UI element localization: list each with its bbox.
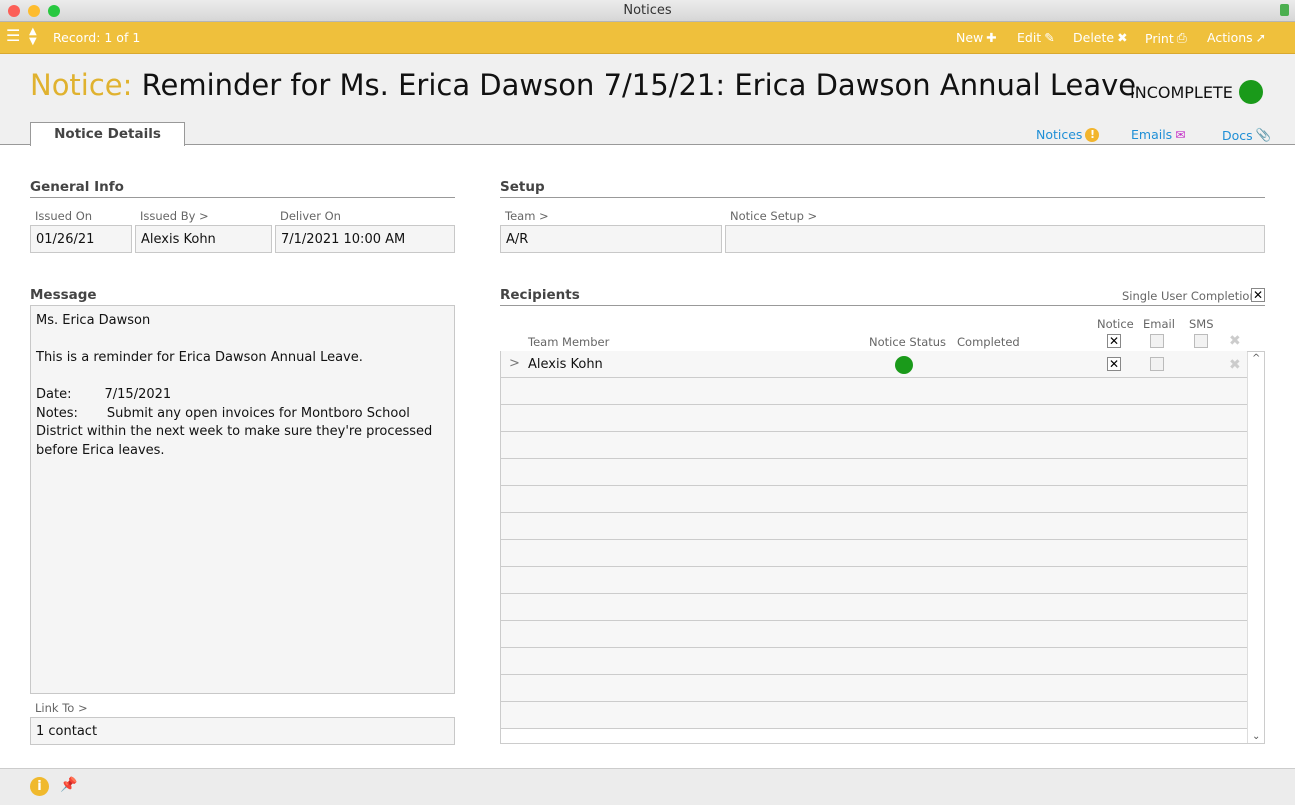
table-row-empty[interactable] — [501, 432, 1247, 459]
plus-icon: ✚ — [986, 30, 997, 45]
deliver-on-field[interactable]: 7/1/2021 10:00 AM — [275, 225, 455, 253]
menu-icon[interactable]: ☰ — [6, 26, 20, 45]
team-label[interactable]: Team > — [505, 209, 549, 223]
pin-icon[interactable]: 📌 — [60, 777, 77, 793]
docs-label: Docs — [1222, 127, 1253, 143]
table-row-empty[interactable] — [501, 459, 1247, 486]
print-label: Print — [1145, 30, 1174, 46]
delete-label: Delete — [1073, 30, 1115, 45]
table-row-empty[interactable] — [501, 486, 1247, 513]
actions-label: Actions — [1207, 30, 1253, 45]
table-row-empty[interactable] — [501, 378, 1247, 405]
print-button[interactable]: Print ⎙ — [1145, 30, 1187, 46]
alert-icon: ! — [1085, 127, 1100, 142]
message-heading: Message — [30, 287, 455, 306]
delete-row-icon[interactable]: ✖ — [1229, 357, 1241, 373]
single-user-completion-label: Single User Completion — [1122, 289, 1257, 303]
issued-by-field[interactable]: Alexis Kohn — [135, 225, 272, 253]
team-field[interactable]: A/R — [500, 225, 722, 253]
info-icon[interactable]: i — [30, 777, 49, 796]
link-to-label[interactable]: Link To > — [35, 701, 88, 715]
email-checkbox[interactable] — [1150, 357, 1164, 371]
issued-on-field[interactable]: 01/26/21 — [30, 225, 132, 253]
scrollbar[interactable]: ^ ⌄ — [1247, 352, 1264, 743]
arrow-out-icon: ➚ — [1255, 30, 1267, 45]
col-email: Email — [1143, 317, 1175, 331]
sms-all-checkbox[interactable] — [1194, 334, 1208, 348]
close-window-button[interactable] — [8, 5, 20, 17]
emails-label: Emails — [1131, 127, 1173, 142]
emails-link[interactable]: Emails ✉ — [1131, 127, 1186, 142]
team-member-cell: Alexis Kohn — [528, 357, 603, 372]
col-completed: Completed — [957, 335, 1020, 349]
status-badge: INCOMPLETE — [1130, 80, 1263, 104]
message-textarea[interactable]: Ms. Erica Dawson This is a reminder for … — [30, 305, 455, 694]
notices-link[interactable]: Notices! — [1036, 127, 1100, 142]
title-text: Reminder for Ms. Erica Dawson 7/15/21: E… — [141, 68, 1137, 102]
record-nav-icon[interactable]: ▲ ▼ — [29, 27, 37, 47]
paperclip-icon: 📎 — [1255, 127, 1272, 142]
actions-button[interactable]: Actions ➚ — [1207, 30, 1266, 45]
envelope-icon: ✉ — [1175, 127, 1186, 142]
docs-link[interactable]: Docs 📎 — [1222, 127, 1271, 143]
record-header: Notice: Reminder for Ms. Erica Dawson 7/… — [0, 54, 1295, 146]
zoom-window-button[interactable] — [48, 5, 60, 17]
issued-on-label: Issued On — [35, 209, 93, 223]
table-row-empty[interactable] — [501, 540, 1247, 567]
new-button[interactable]: New ✚ — [956, 30, 997, 45]
pencil-icon: ✎ — [1044, 30, 1055, 45]
scroll-up-icon[interactable]: ^ — [1252, 353, 1260, 364]
table-row-empty[interactable] — [501, 594, 1247, 621]
col-team-member: Team Member — [528, 335, 610, 349]
lock-icon — [1280, 4, 1289, 16]
scroll-down-icon[interactable]: ⌄ — [1252, 731, 1260, 742]
table-row-empty[interactable] — [501, 702, 1247, 729]
general-info-heading: General Info — [30, 179, 455, 198]
window-title: Notices — [623, 3, 672, 18]
record-counter: Record: 1 of 1 — [53, 30, 141, 45]
expand-chevron-icon[interactable]: > — [509, 356, 520, 371]
page-title: Notice: Reminder for Ms. Erica Dawson 7/… — [30, 68, 1136, 102]
minimize-window-button[interactable] — [28, 5, 40, 17]
title-prefix: Notice: — [30, 68, 133, 102]
notice-setup-field[interactable] — [725, 225, 1265, 253]
col-sms: SMS — [1189, 317, 1214, 331]
notices-label: Notices — [1036, 127, 1083, 142]
x-icon: ✖ — [1117, 30, 1128, 45]
col-notice-status: Notice Status — [869, 335, 947, 349]
edit-label: Edit — [1017, 30, 1042, 45]
notice-all-checkbox[interactable]: ✕ — [1107, 334, 1121, 348]
status-label: INCOMPLETE — [1130, 82, 1233, 102]
tab-notice-details[interactable]: Notice Details — [30, 122, 185, 146]
email-all-checkbox[interactable] — [1150, 334, 1164, 348]
notice-checkbox[interactable]: ✕ — [1107, 357, 1121, 371]
toolbar: ☰ ▲ ▼ Record: 1 of 1 New ✚ Edit ✎ Delete ✖ P… — [0, 22, 1295, 54]
printer-icon: ⎙ — [1176, 30, 1187, 45]
table-row[interactable]: > Alexis Kohn ✕ ✖ — [501, 351, 1247, 378]
delete-button[interactable]: Delete ✖ — [1073, 30, 1128, 45]
notice-setup-label[interactable]: Notice Setup > — [730, 209, 817, 223]
setup-heading: Setup — [500, 179, 1265, 198]
table-row-empty[interactable] — [501, 405, 1247, 432]
col-notice: Notice — [1097, 317, 1134, 331]
table-row-empty[interactable] — [501, 567, 1247, 594]
table-row-empty[interactable] — [501, 513, 1247, 540]
status-dot-icon — [1238, 80, 1263, 104]
new-label: New — [956, 30, 984, 45]
issued-by-label[interactable]: Issued By > — [140, 209, 209, 223]
status-dot-icon — [895, 356, 913, 374]
table-row-empty[interactable] — [501, 675, 1247, 702]
table-row-empty[interactable] — [501, 621, 1247, 648]
single-user-completion-checkbox[interactable]: ✕ — [1251, 288, 1265, 302]
delete-all-icon[interactable]: ✖ — [1229, 333, 1241, 349]
edit-button[interactable]: Edit ✎ — [1017, 30, 1055, 45]
footer-bar: i 📌 — [0, 768, 1295, 805]
title-bar: Notices — [0, 0, 1295, 22]
table-row-empty[interactable] — [501, 648, 1247, 675]
deliver-on-label: Deliver On — [280, 209, 341, 223]
link-to-field[interactable]: 1 contact — [30, 717, 455, 745]
